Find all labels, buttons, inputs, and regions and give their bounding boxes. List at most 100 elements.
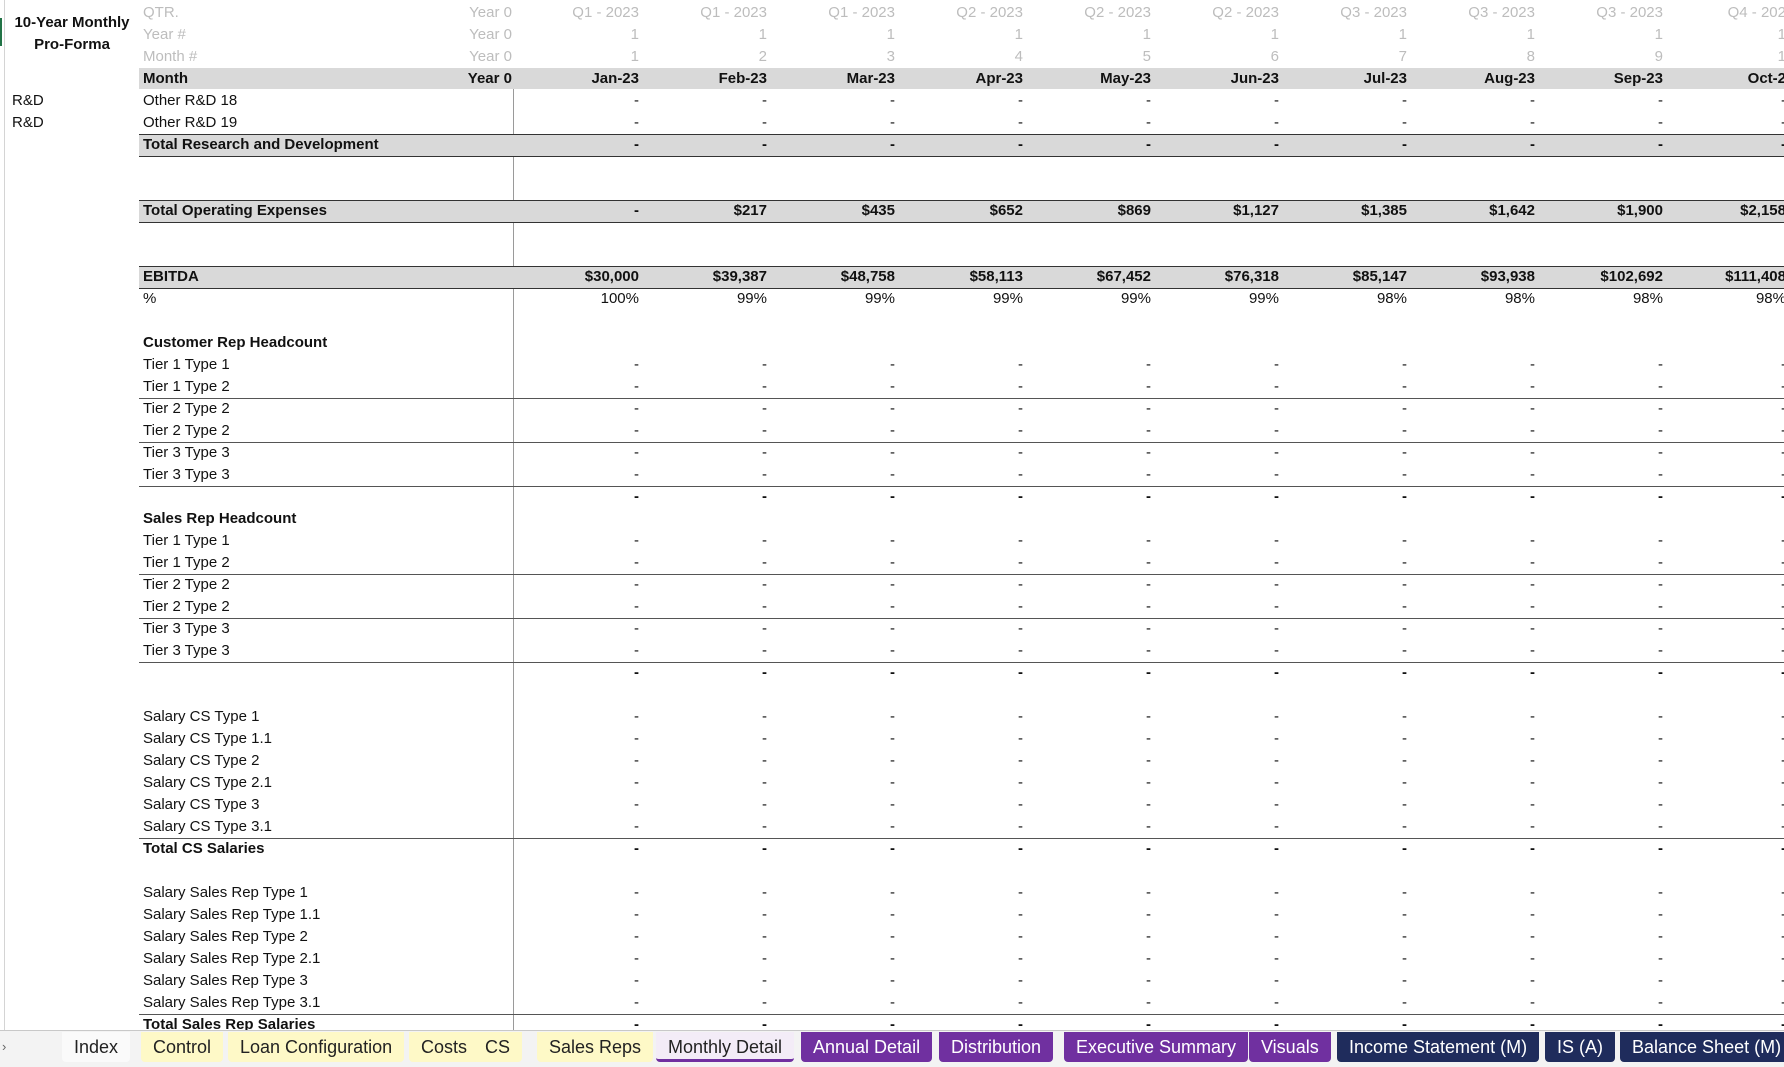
value-cell[interactable]: 3 bbox=[775, 46, 895, 68]
value-cell[interactable]: - bbox=[1664, 640, 1784, 662]
value-cell[interactable]: - bbox=[1415, 706, 1535, 728]
value-cell[interactable]: - bbox=[1287, 728, 1407, 750]
spreadsheet-grid[interactable]: 10-Year Monthly Pro-Forma QTR. Year 0 Q1 -… bbox=[0, 0, 1784, 1030]
value-cell[interactable]: - bbox=[903, 618, 1023, 640]
value-cell[interactable]: - bbox=[1543, 662, 1663, 684]
value-cell[interactable]: - bbox=[1543, 530, 1663, 552]
value-cell[interactable]: - bbox=[775, 728, 895, 750]
value-cell[interactable]: - bbox=[519, 1014, 639, 1030]
value-cell[interactable]: - bbox=[1159, 354, 1279, 376]
value-cell[interactable]: - bbox=[1664, 750, 1784, 772]
value-cell[interactable]: - bbox=[1543, 464, 1663, 486]
value-cell[interactable]: - bbox=[519, 398, 639, 420]
year0-cell[interactable]: Year 0 bbox=[392, 68, 512, 90]
value-cell[interactable]: - bbox=[1287, 464, 1407, 486]
value-cell[interactable]: 99% bbox=[903, 288, 1023, 310]
value-cell[interactable]: - bbox=[1287, 750, 1407, 772]
value-cell[interactable]: - bbox=[1543, 706, 1663, 728]
value-cell[interactable]: 100% bbox=[519, 288, 639, 310]
value-cell[interactable]: - bbox=[1287, 376, 1407, 398]
row-label[interactable]: Other R&D 18 bbox=[143, 90, 237, 112]
value-cell[interactable]: - bbox=[1159, 816, 1279, 838]
value-cell[interactable]: - bbox=[775, 882, 895, 904]
value-cell[interactable]: $869 bbox=[1031, 200, 1151, 222]
value-cell[interactable]: - bbox=[1159, 112, 1279, 134]
value-cell[interactable]: - bbox=[647, 618, 767, 640]
value-cell[interactable]: - bbox=[775, 904, 895, 926]
value-cell[interactable]: Q3 - 2023 bbox=[1287, 2, 1407, 24]
value-cell[interactable]: - bbox=[519, 442, 639, 464]
row-label[interactable]: Salary CS Type 3 bbox=[143, 794, 259, 816]
value-cell[interactable]: - bbox=[1287, 1014, 1407, 1030]
value-cell[interactable]: - bbox=[519, 948, 639, 970]
tab-scroll-icon[interactable]: › bbox=[2, 1039, 6, 1054]
value-cell[interactable]: - bbox=[775, 772, 895, 794]
value-cell[interactable]: - bbox=[1543, 948, 1663, 970]
value-cell[interactable]: - bbox=[647, 772, 767, 794]
value-cell[interactable]: May-23 bbox=[1031, 68, 1151, 90]
value-cell[interactable]: - bbox=[1287, 640, 1407, 662]
value-cell[interactable]: - bbox=[775, 398, 895, 420]
row-label[interactable]: Month bbox=[143, 68, 188, 90]
value-cell[interactable]: - bbox=[1664, 772, 1784, 794]
value-cell[interactable]: - bbox=[1159, 398, 1279, 420]
value-cell[interactable]: - bbox=[1415, 398, 1535, 420]
value-cell[interactable]: - bbox=[903, 354, 1023, 376]
value-cell[interactable]: $102,692 bbox=[1543, 266, 1663, 288]
value-cell[interactable]: - bbox=[1287, 772, 1407, 794]
value-cell[interactable]: - bbox=[647, 948, 767, 970]
row-label[interactable]: Tier 1 Type 2 bbox=[143, 552, 230, 574]
value-cell[interactable]: - bbox=[1159, 882, 1279, 904]
value-cell[interactable]: - bbox=[1543, 442, 1663, 464]
year0-cell[interactable]: Year 0 bbox=[392, 46, 512, 68]
value-cell[interactable]: - bbox=[775, 992, 895, 1014]
value-cell[interactable]: - bbox=[519, 904, 639, 926]
sheet-tab-executive-summary[interactable]: Executive Summary bbox=[1064, 1032, 1249, 1062]
value-cell[interactable]: - bbox=[1664, 398, 1784, 420]
value-cell[interactable]: - bbox=[519, 882, 639, 904]
value-cell[interactable]: - bbox=[1664, 376, 1784, 398]
value-cell[interactable]: $2,158 bbox=[1664, 200, 1784, 222]
value-cell[interactable]: - bbox=[1031, 376, 1151, 398]
value-cell[interactable]: Q3 - 2023 bbox=[1543, 2, 1663, 24]
value-cell[interactable]: - bbox=[1415, 90, 1535, 112]
value-cell[interactable]: - bbox=[1415, 772, 1535, 794]
value-cell[interactable]: - bbox=[775, 750, 895, 772]
value-cell[interactable]: - bbox=[903, 464, 1023, 486]
value-cell[interactable]: - bbox=[1664, 904, 1784, 926]
value-cell[interactable]: - bbox=[1287, 816, 1407, 838]
value-cell[interactable]: - bbox=[903, 838, 1023, 860]
value-cell[interactable]: - bbox=[647, 376, 767, 398]
value-cell[interactable]: 1 bbox=[1543, 24, 1663, 46]
value-cell[interactable]: - bbox=[1664, 618, 1784, 640]
value-cell[interactable]: - bbox=[903, 948, 1023, 970]
value-cell[interactable]: Jul-23 bbox=[1287, 68, 1407, 90]
row-label[interactable]: Total Sales Rep Salaries bbox=[143, 1014, 315, 1030]
value-cell[interactable]: - bbox=[1415, 728, 1535, 750]
value-cell[interactable]: - bbox=[1415, 376, 1535, 398]
value-cell[interactable]: - bbox=[647, 750, 767, 772]
value-cell[interactable]: - bbox=[1664, 970, 1784, 992]
value-cell[interactable]: $30,000 bbox=[519, 266, 639, 288]
value-cell[interactable]: - bbox=[775, 948, 895, 970]
value-cell[interactable]: - bbox=[903, 90, 1023, 112]
value-cell[interactable]: - bbox=[647, 530, 767, 552]
value-cell[interactable]: - bbox=[1031, 618, 1151, 640]
value-cell[interactable]: - bbox=[1031, 926, 1151, 948]
value-cell[interactable]: 4 bbox=[903, 46, 1023, 68]
value-cell[interactable]: - bbox=[1415, 970, 1535, 992]
value-cell[interactable]: - bbox=[1159, 772, 1279, 794]
value-cell[interactable]: - bbox=[1543, 596, 1663, 618]
value-cell[interactable]: - bbox=[1415, 442, 1535, 464]
value-cell[interactable]: $1,642 bbox=[1415, 200, 1535, 222]
value-cell[interactable]: - bbox=[519, 794, 639, 816]
value-cell[interactable]: - bbox=[1031, 882, 1151, 904]
value-cell[interactable]: $217 bbox=[647, 200, 767, 222]
value-cell[interactable]: - bbox=[903, 530, 1023, 552]
value-cell[interactable]: - bbox=[519, 926, 639, 948]
value-cell[interactable]: - bbox=[1543, 816, 1663, 838]
value-cell[interactable]: $111,408 bbox=[1664, 266, 1784, 288]
value-cell[interactable]: - bbox=[1664, 662, 1784, 684]
value-cell[interactable]: - bbox=[1287, 90, 1407, 112]
value-cell[interactable]: - bbox=[1543, 552, 1663, 574]
